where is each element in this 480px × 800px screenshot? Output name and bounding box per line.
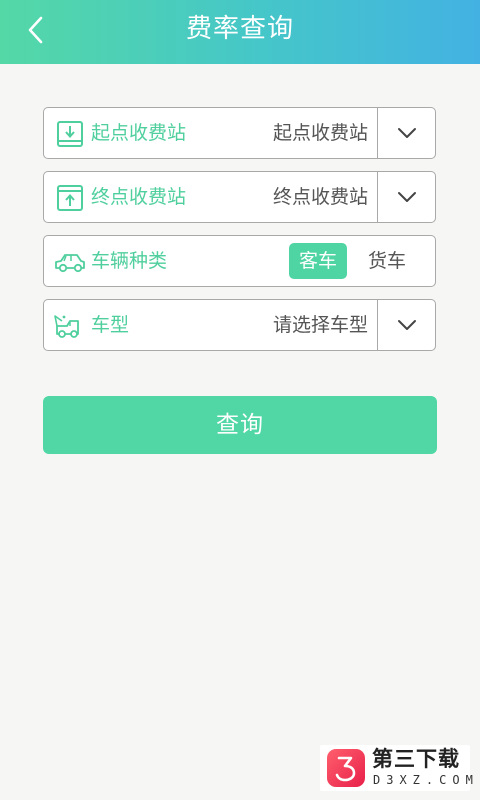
vehicle-type-field[interactable]: 车型 请选择车型: [44, 300, 380, 350]
watermark-subtitle: D3XZ.COM: [373, 773, 479, 787]
download-box-icon: [57, 121, 83, 147]
watermark-title: 第三下载: [372, 747, 460, 771]
vehicle-type-label: 车型: [91, 314, 130, 336]
start-station-label: 起点收费站: [91, 122, 187, 144]
vehicle-category-row: 车辆种类 客车 货车: [43, 235, 436, 287]
chevron-down-icon: [397, 128, 416, 138]
vehicle-type-value: 请选择车型: [272, 314, 368, 336]
end-station-dropdown-button[interactable]: [377, 172, 435, 222]
end-station-value: 终点收费站: [272, 186, 368, 208]
page-title: 费率查询: [185, 14, 294, 44]
query-button[interactable]: 查询: [43, 396, 437, 454]
watermark: 第三下载 D3XZ.COM: [320, 745, 473, 791]
tow-truck-icon: [54, 315, 79, 338]
vehicle-type-dropdown-button[interactable]: [377, 300, 435, 350]
chevron-down-icon: [397, 320, 416, 330]
car-icon: [55, 254, 85, 273]
header-bar: 费率查询: [0, 0, 480, 64]
vehicle-category-label: 车辆种类: [91, 250, 168, 272]
end-station-field[interactable]: 终点收费站 终点收费站: [44, 172, 380, 222]
upload-box-icon: [57, 185, 83, 211]
start-station-value: 起点收费站: [272, 122, 368, 144]
end-station-row: 终点收费站 终点收费站: [43, 171, 436, 223]
end-station-label: 终点收费站: [91, 186, 187, 208]
download-logo-icon: [327, 749, 365, 787]
start-station-dropdown-button[interactable]: [377, 108, 435, 158]
passenger-car-option[interactable]: 客车: [289, 243, 347, 279]
chevron-down-icon: [397, 192, 416, 202]
start-station-field[interactable]: 起点收费站 起点收费站: [44, 108, 380, 158]
vehicle-type-row: 车型 请选择车型: [43, 299, 436, 351]
truck-option[interactable]: 货车: [358, 243, 416, 279]
start-station-row: 起点收费站 起点收费站: [43, 107, 436, 159]
